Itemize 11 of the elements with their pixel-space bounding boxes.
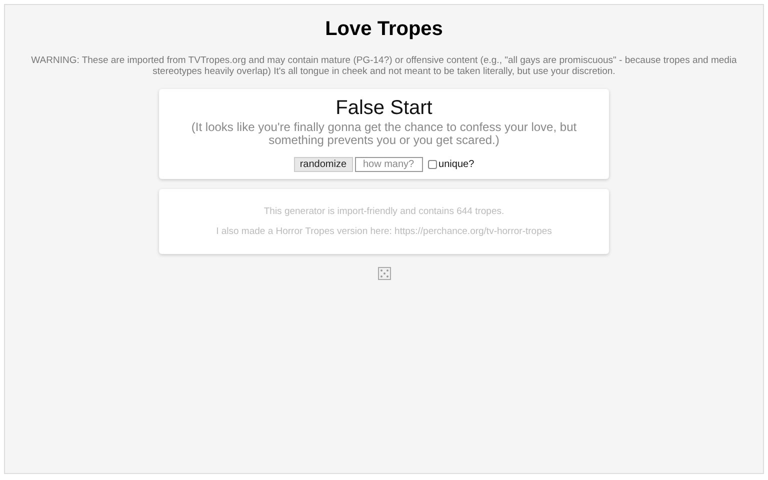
count-field[interactable]: how many?	[354, 157, 423, 172]
info-text: I also made a Horror Tropes version here: https://perchance.org/tv-horror-tropes	[216, 226, 552, 237]
trope-description: (It looks like you're finally gonna get the chance to confess your love, but something prevents you or you get scared.)	[190, 121, 578, 147]
page-title: Love Tropes	[325, 18, 443, 41]
unique-label: unique?	[438, 159, 474, 170]
randomize-button[interactable]: randomize	[294, 157, 353, 172]
info-text: This generator is import-friendly and contains 644 tropes.	[264, 206, 504, 217]
unique-checkbox[interactable]	[428, 160, 437, 169]
warning-text: WARNING: These are imported from TVTropes.org and may contain mature (PG-14?) or offensive content (e.g., "all gays are promiscuous" - because tropes and media stereotypes heavily overlap) It's all tongue in cheek and not meant to be taken literally, but use your discretion.	[30, 55, 738, 77]
trope-name: False Start	[336, 97, 432, 119]
dice-icon	[378, 267, 390, 280]
